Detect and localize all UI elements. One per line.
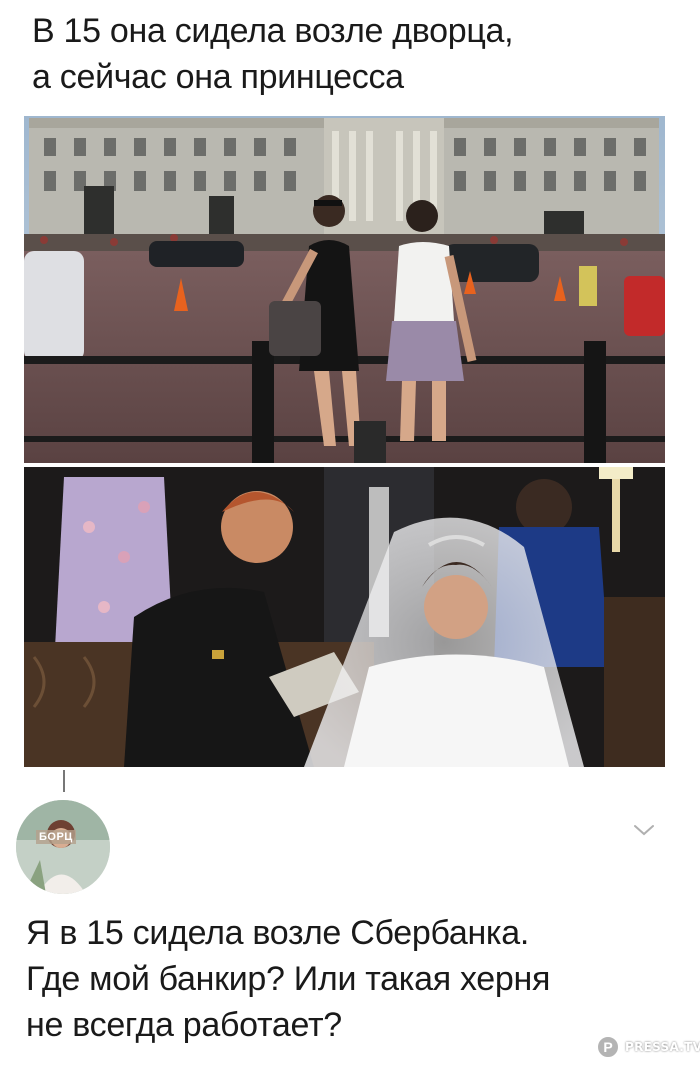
avatar-label: БОРЦ xyxy=(36,830,76,844)
avatar[interactable]: БОРЦ xyxy=(16,800,110,894)
thread-connector xyxy=(63,770,65,792)
comment-line-2: Где мой банкир? Или такая херня xyxy=(26,960,551,998)
post-caption-line-1: В 15 она сидела возле дворца, xyxy=(32,12,514,50)
watermark-logo-icon: P xyxy=(596,1035,620,1059)
comment-line-1: Я в 15 сидела возле Сбербанка. xyxy=(26,914,530,952)
post-caption: В 15 она сидела возле дворца, а сейчас о… xyxy=(32,8,672,100)
comment-line-3: не всегда работает? xyxy=(26,1006,342,1044)
wedding-photo-image xyxy=(24,467,665,767)
comment-text: Я в 15 сидела возле Сбербанка. Где мой б… xyxy=(26,910,686,1048)
wedding-photo[interactable] xyxy=(24,467,665,767)
palace-photo-image xyxy=(24,116,665,463)
watermark-text: PRESSA.TV xyxy=(625,1040,700,1054)
watermark: P PRESSA.TV xyxy=(596,1034,700,1060)
chevron-down-icon[interactable] xyxy=(632,818,656,842)
post-caption-line-2: а сейчас она принцесса xyxy=(32,58,404,96)
palace-photo[interactable] xyxy=(24,116,665,463)
avatar-image xyxy=(16,800,110,894)
